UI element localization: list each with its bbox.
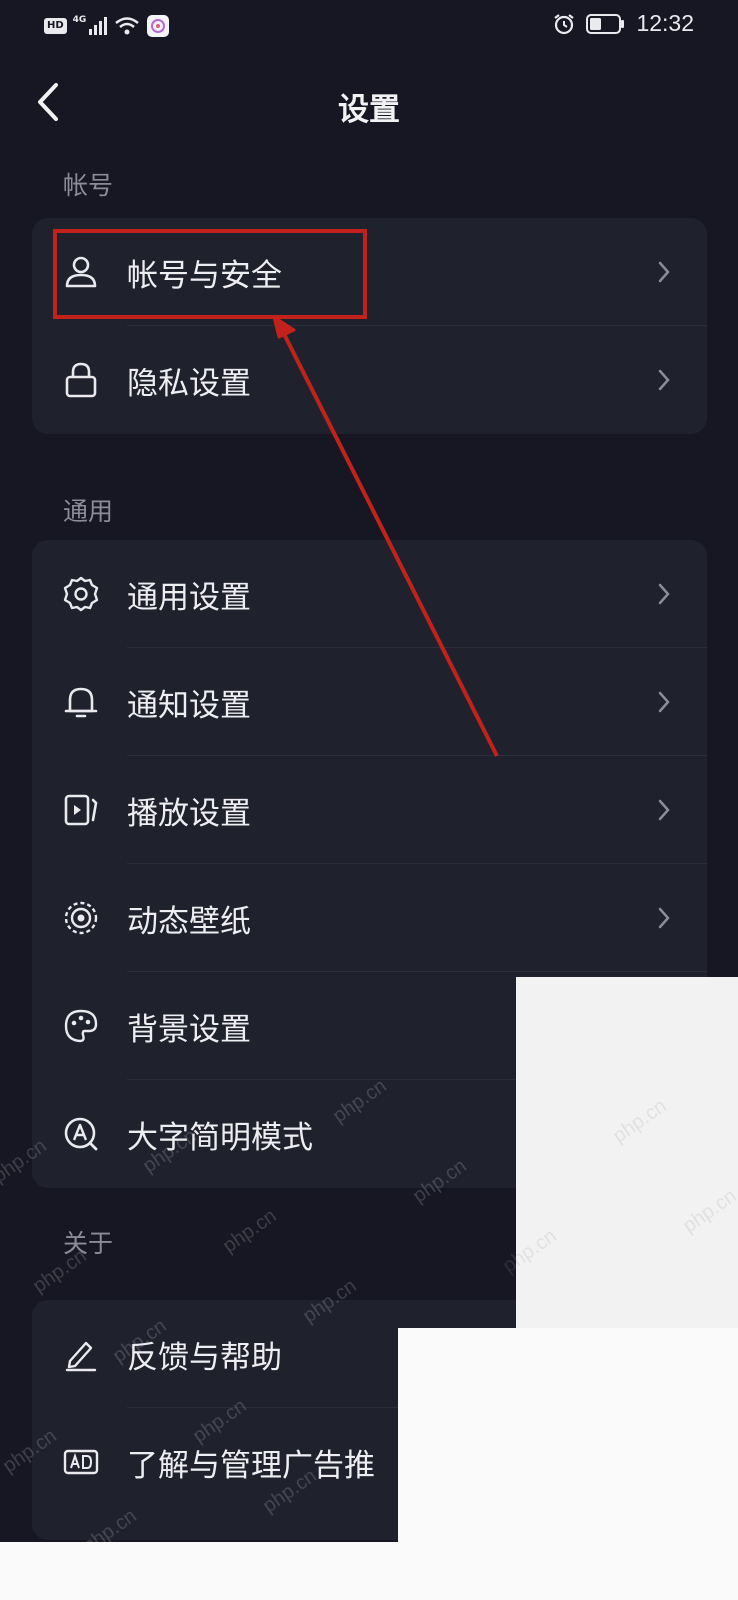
row-live-wallpaper[interactable]: 动态壁纸: [32, 864, 707, 972]
watermark-text: php.cn: [218, 1204, 281, 1258]
font-a-icon: [64, 1117, 98, 1151]
header: 设置: [0, 66, 738, 138]
ad-icon: [63, 1449, 99, 1475]
row-label: 了解与管理广告推: [127, 1447, 375, 1484]
app-notification-icon: [147, 15, 170, 37]
chevron-right-icon: [658, 369, 670, 391]
row-label: 背景设置: [127, 1011, 251, 1048]
target-icon: [64, 901, 98, 935]
status-bar: HD 4G 12:32: [0, 0, 738, 52]
annotation-highlight-box: [53, 229, 367, 319]
row-notification-settings[interactable]: 通知设置: [32, 648, 707, 756]
wifi-icon: [115, 17, 140, 35]
chevron-right-icon: [658, 907, 670, 929]
section-label-account: 帐号: [63, 171, 114, 200]
row-playback-settings[interactable]: 播放设置: [32, 756, 707, 864]
row-general-settings[interactable]: 通用设置: [32, 540, 707, 648]
hd-badge: HD: [44, 18, 67, 34]
alarm-icon: [554, 13, 575, 34]
overlay-patch: [0, 1542, 400, 1600]
row-label: 通用设置: [127, 579, 251, 616]
signal-icon: [89, 17, 108, 35]
chevron-right-icon: [658, 691, 670, 713]
palette-icon: [64, 1009, 98, 1043]
overlay-patch: [398, 1328, 738, 1600]
network-type: 4G: [72, 15, 87, 25]
chevron-right-icon: [658, 799, 670, 821]
chevron-right-icon: [658, 261, 670, 283]
chevron-right-icon: [658, 583, 670, 605]
play-icon: [64, 794, 98, 826]
pen-icon: [65, 1341, 97, 1372]
gear-icon: [63, 576, 99, 612]
page-title: 设置: [338, 92, 400, 128]
row-label: 隐私设置: [127, 365, 251, 402]
row-label: 通知设置: [127, 687, 251, 724]
row-label: 动态壁纸: [127, 903, 251, 940]
watermark-text: php.cn: [28, 1244, 91, 1298]
lock-icon: [65, 362, 97, 398]
bell-icon: [64, 687, 98, 718]
section-label-general: 通用: [63, 497, 114, 526]
row-privacy[interactable]: 隐私设置: [32, 326, 707, 434]
row-label: 播放设置: [127, 795, 251, 832]
status-time: 12:32: [636, 10, 694, 36]
battery-icon: [586, 13, 625, 34]
